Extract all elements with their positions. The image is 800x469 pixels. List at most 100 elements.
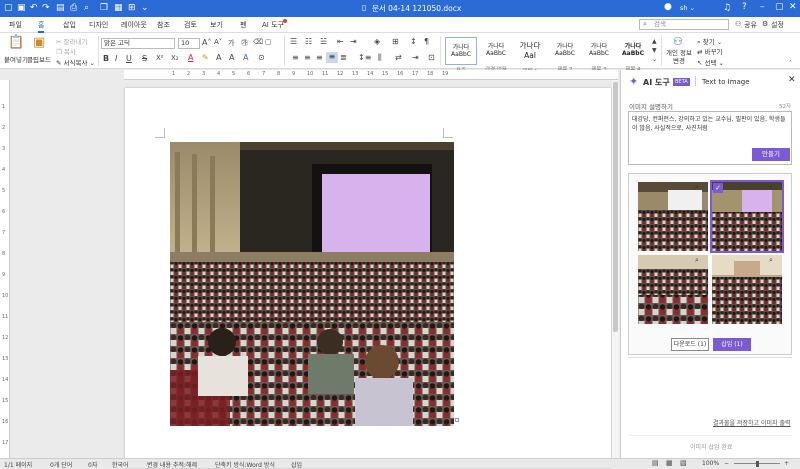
read-mode-icon[interactable]: ▤ — [652, 459, 659, 467]
prompt-textarea[interactable]: 대강당, 컨퍼런스, 강의하고 있는 교수님, 필판이 있음, 학생들이 많음,… — [628, 111, 792, 165]
tab-text-to-image[interactable]: Text to Image — [702, 78, 750, 86]
align-left-icon[interactable]: ≡ — [292, 53, 299, 62]
bell-icon[interactable]: ♫ — [723, 3, 731, 13]
zoom-icon[interactable]: ⌕ — [84, 3, 89, 13]
styles-scroll-down-icon[interactable]: ▼ — [652, 47, 657, 54]
generate-button[interactable]: 만들기 — [752, 148, 790, 161]
font-color-icon[interactable]: A — [188, 53, 193, 62]
settings-button[interactable]: 설정 — [771, 20, 784, 30]
copy-button[interactable]: ❐ 복사 — [56, 46, 76, 56]
user-name[interactable]: sh ⌄ — [680, 4, 695, 12]
menu-references[interactable]: 참조 — [157, 20, 170, 30]
personal-info-button[interactable]: 개인 정보 변경 — [664, 49, 694, 65]
bold-icon[interactable]: B — [103, 54, 109, 63]
clipboard-icon[interactable]: ▣ — [33, 35, 45, 50]
numbering-icon[interactable]: ☷ — [305, 37, 312, 46]
justify-icon[interactable]: ≡ — [326, 52, 338, 63]
shrink-font-icon[interactable]: A˅ — [214, 38, 222, 46]
zoom-icon[interactable]: ⌕ — [695, 256, 699, 265]
menu-design[interactable]: 디자인 — [89, 20, 108, 30]
settings-icon[interactable]: ⚙ — [762, 20, 768, 28]
style-heading-2[interactable]: 가나다AaBbC 제목 2 — [549, 37, 581, 73]
zoom-icon[interactable]: ⌕ — [769, 256, 773, 265]
cut-button[interactable]: ✂ 잘라내기 — [56, 36, 87, 46]
clipboard-button[interactable]: 클립보드 — [27, 54, 51, 64]
menu-view[interactable]: 보기 — [210, 20, 223, 30]
phonetic-icon[interactable]: ㉮ — [241, 38, 248, 48]
strikethrough-icon[interactable]: S — [142, 54, 147, 63]
format-painter-button[interactable]: ✎ 서식복사 ⌄ — [56, 57, 95, 67]
close-icon[interactable]: ✕ — [789, 2, 797, 12]
menu-home[interactable]: 홈 — [38, 20, 45, 33]
search-input[interactable]: 검색 — [639, 19, 729, 30]
save-output-link[interactable]: 결과물을 저장하고 이미지 출력 — [713, 418, 790, 427]
maximize-icon[interactable]: ▢ — [775, 2, 784, 12]
minimize-icon[interactable]: – — [760, 2, 765, 12]
paste-icon[interactable]: 📋 — [8, 35, 24, 50]
redo-icon[interactable]: ↷ — [42, 3, 50, 13]
highlight-icon[interactable]: ✎ — [202, 53, 209, 62]
style-no-spacing[interactable]: 가나다AaBbC 간격 없음 — [480, 37, 512, 73]
italic-icon[interactable]: I — [115, 54, 117, 63]
print-icon[interactable]: ⎙ — [70, 3, 77, 13]
menu-ai-tools[interactable]: AI 도구 — [262, 20, 284, 30]
horizontal-ruler[interactable]: 1 2 3 4 5 6 7 8 9 10 11 12 13 14 15 16 17 18 19 — [124, 70, 618, 80]
menu-file[interactable]: 파일 — [9, 20, 22, 30]
indent-icon[interactable]: ⇥ — [412, 53, 419, 62]
more-icon[interactable]: ⌄ — [141, 3, 149, 13]
shading-icon[interactable]: ◈ — [374, 37, 380, 46]
superscript-icon[interactable]: X² — [156, 54, 164, 62]
clear-format-icon[interactable]: ⌫ — [253, 38, 263, 46]
zoom-level[interactable]: 100% — [702, 460, 719, 467]
menu-insert[interactable]: 삽입 — [63, 20, 76, 30]
download-button[interactable]: 다운로드 (1) — [671, 338, 709, 351]
checkbox-icon[interactable]: ✓ — [713, 183, 723, 193]
replace-button[interactable]: ⇄ 바꾸기 — [697, 46, 722, 56]
align-right-icon[interactable]: ≡ — [316, 53, 323, 62]
select-button[interactable]: ↖ 선택 ⌄ — [697, 57, 724, 67]
bullets-icon[interactable]: ☰ — [290, 37, 297, 46]
style-heading-4[interactable]: 가나다AaBbC 제목 4 — [617, 37, 649, 73]
styles-more-icon[interactable]: ⌄ — [652, 56, 657, 63]
paste-button[interactable]: 붙여넣기 — [4, 54, 28, 64]
style-heading-1[interactable]: 가나다Aal 제목 1 — [514, 37, 546, 75]
subscript-icon[interactable]: X₂ — [171, 54, 179, 62]
save-as-icon[interactable]: ▤ — [56, 3, 65, 13]
multilevel-list-icon[interactable]: ☱ — [320, 37, 327, 46]
zoom-slider-thumb[interactable] — [756, 461, 759, 467]
menu-pen[interactable]: 펜 — [240, 20, 246, 30]
result-image-2-selected[interactable]: ✓ ⌕ — [710, 180, 784, 253]
styles-scroll-up-icon[interactable]: ▲ — [652, 38, 657, 45]
copy-doc-icon[interactable]: ❐ — [100, 3, 108, 13]
print-layout-icon[interactable]: ▦ — [666, 459, 673, 467]
underline-icon[interactable]: U — [126, 54, 132, 63]
char-border-icon[interactable]: ▢ — [265, 38, 272, 46]
char-shading-icon[interactable]: A — [229, 53, 234, 62]
table-icon[interactable]: ⊞ — [128, 3, 136, 13]
help-icon[interactable]: ? — [742, 2, 747, 12]
paragraph-settings-icon[interactable]: ⊡ — [428, 53, 435, 62]
decrease-indent-icon[interactable]: ⇤ — [337, 37, 344, 46]
sort-icon[interactable]: ↕ — [410, 37, 417, 46]
enclose-char-icon[interactable]: ⊙ — [258, 53, 265, 62]
close-panel-icon[interactable]: ✕ — [788, 75, 796, 85]
insert-button[interactable]: 삽입 (1) — [713, 338, 751, 351]
vertical-ruler[interactable]: 1 2 3 4 5 6 7 8 9 10 11 12 13 14 15 16 17 — [0, 80, 10, 458]
result-image-4[interactable]: ⌕ — [712, 255, 782, 324]
style-normal[interactable]: 가나다AaBbC 표준 — [445, 37, 477, 74]
zoom-in-icon[interactable]: + — [784, 460, 789, 467]
personal-info-icon[interactable]: ⚇ — [673, 35, 683, 48]
text-effect-icon[interactable]: A — [216, 53, 221, 62]
zoom-icon[interactable]: ⌕ — [695, 183, 699, 192]
open-folder-icon[interactable]: ▢ — [4, 3, 13, 13]
layout-icon[interactable]: ▦ — [114, 3, 123, 13]
avatar[interactable]: ● — [664, 2, 672, 12]
distribute-icon[interactable]: ≣ — [340, 53, 347, 62]
increase-indent-icon[interactable]: ⇥ — [350, 37, 357, 46]
font-size-select[interactable]: 10 — [178, 38, 200, 49]
line-spacing-icon[interactable]: ↕≡ — [358, 53, 371, 62]
case-icon[interactable]: 가 — [228, 38, 234, 48]
undo-icon[interactable]: ↶ — [30, 3, 38, 13]
zoom-icon[interactable]: ⌕ — [769, 183, 773, 192]
document-page[interactable] — [125, 88, 611, 468]
